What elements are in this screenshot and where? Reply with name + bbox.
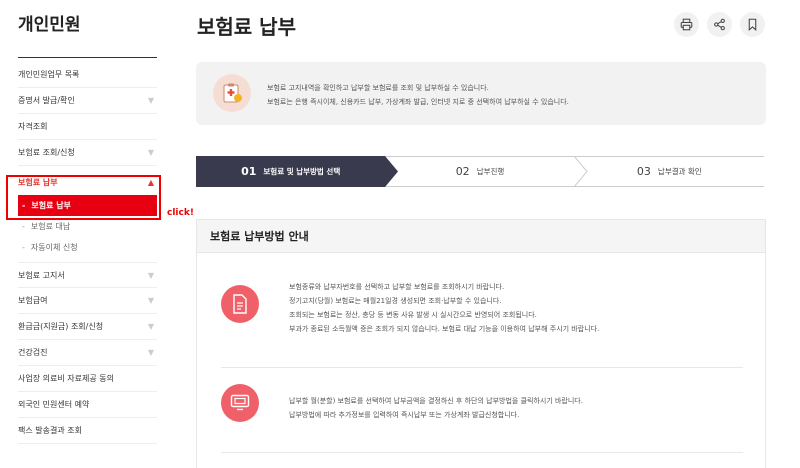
sidebar-item-fax-result[interactable]: 팩스 발송결과 조회 (18, 418, 157, 444)
sidebar-item-label: 보험료 고지서 (18, 270, 65, 280)
guide-line: 조회되는 보험료는 정산, 충당 등 변동 사유 발생 시 실시간으로 반영되어… (289, 311, 537, 319)
sidebar-item-label: 개인민원업무 목록 (18, 70, 80, 79)
notice-line: 보험료 고지내역을 확인하고 납부할 보험료를 조회 및 납부하실 수 있습니다… (267, 84, 489, 92)
chevron-down-icon: ▼ (147, 96, 154, 105)
sidebar-item-label: 증명서 발급/확인 (18, 96, 75, 105)
sidebar-item-label: 보험료 조회/신청 (18, 148, 75, 157)
sidebar-title: 개인민원 (18, 15, 81, 35)
dash-icon: - (22, 243, 25, 252)
step-2: 02 납부진행 (385, 156, 575, 187)
notice-text: 보험료 고지내역을 확인하고 납부할 보험료를 조회 및 납부하실 수 있습니다… (267, 81, 569, 109)
guide-text: 보험종류와 납부자번호를 선택하고 납부할 보험료를 조회하시기 바랍니다. 정… (289, 280, 599, 336)
sidebar-item-label: 외국인 민원센터 예약 (18, 400, 90, 409)
sidebar-item-medical-consent[interactable]: 사업장 의료비 자료제공 동의 (18, 366, 157, 392)
guide-divider (221, 452, 743, 453)
step-label: 보험료 및 납부방법 선택 (263, 167, 341, 176)
sidebar-item-premium-inquiry[interactable]: 보험료 조회/신청 ▼ (18, 140, 157, 166)
sidebar-item-refund[interactable]: 환급금(지원금) 조회/신청 ▼ (18, 314, 157, 340)
dash-icon: - (22, 222, 25, 231)
chevron-down-icon: ▼ (147, 296, 154, 305)
chevron-down-icon: ▼ (147, 148, 154, 157)
sidebar-item-label: 팩스 발송결과 조회 (18, 426, 82, 435)
step-label: 납부진행 (476, 167, 505, 176)
sidebar-item-label: 자격조회 (18, 122, 48, 131)
guide-text: 납부할 월(분할) 보험료를 선택하여 납부금액을 결정하신 후 하단의 납부방… (289, 394, 583, 422)
print-button[interactable] (674, 12, 699, 37)
submenu-item-auto-transfer[interactable]: - 자동이체 신청 (18, 237, 157, 258)
share-button[interactable] (707, 12, 732, 37)
sidebar-item-foreigner-reservation[interactable]: 외국인 민원센터 예약 (18, 392, 157, 418)
payment-guide-panel: 보험료 납부방법 안내 보험종류와 납부자번호를 선택하고 납부할 보험료를 조… (196, 219, 766, 468)
sidebar-item-certificate[interactable]: 증명서 발급/확인 ▼ (18, 88, 157, 114)
guide-title: 보험료 납부방법 안내 (197, 220, 765, 253)
step-1: 01 보험료 및 납부방법 선택 (196, 156, 386, 187)
step-label: 납부결과 확인 (657, 167, 702, 176)
guide-line: 정기고지(당월) 보험료는 매월21일경 생성되면 조회·납부할 수 있습니다. (289, 297, 502, 305)
guide-line: 보험종류와 납부자번호를 선택하고 납부할 보험료를 조회하시기 바랍니다. (289, 283, 505, 291)
step-number: 03 (636, 165, 651, 178)
sidebar-item-civil-list[interactable]: 개인민원업무 목록 (18, 62, 157, 88)
guide-line: 납부방법에 따라 추가정보를 입력하여 즉시납부 또는 가상계좌 발급신청합니다… (289, 411, 520, 419)
step-3: 03 납부결과 확인 (574, 156, 764, 187)
progress-steps: 01 보험료 및 납부방법 선택 02 납부진행 03 납부결과 확인 (196, 156, 764, 187)
sidebar: 개인민원 개인민원업무 목록 증명서 발급/확인 ▼ 자격조회 보험료 조회/신청… (0, 0, 175, 468)
share-icon (714, 18, 725, 31)
notice-box: 보험료 고지내역을 확인하고 납부할 보험료를 조회 및 납부하실 수 있습니다… (196, 62, 766, 125)
guide-line: 부과가 종료된 소득월액 증은 조회가 되지 않습니다. 보험료 대납 기능을 … (289, 325, 600, 333)
guide-divider (221, 367, 743, 368)
document-icon (221, 285, 259, 323)
clipboard-medical-icon (213, 74, 251, 112)
chevron-down-icon: ▼ (147, 270, 154, 280)
bookmark-icon (748, 18, 757, 31)
payment-terminal-icon (221, 384, 259, 422)
submenu-label: 보험료 대납 (30, 222, 71, 231)
sidebar-divider (18, 57, 157, 58)
sidebar-item-benefit[interactable]: 보험급여 ▼ (18, 288, 157, 314)
submenu-label: 자동이체 신청 (30, 243, 78, 252)
notice-line: 보험료는 은행 즉시이체, 신용카드 납부, 가상계좌 발급, 인터넷 지로 중… (267, 98, 569, 106)
page-title: 보험료 납부 (197, 15, 296, 39)
step-arrow-icon (574, 156, 588, 187)
sidebar-menu: 개인민원업무 목록 증명서 발급/확인 ▼ 자격조회 보험료 조회/신청 ▼ 보험료… (18, 62, 157, 444)
sidebar-item-label: 사업장 의료비 자료제공 동의 (18, 374, 114, 383)
step-number: 01 (241, 165, 257, 178)
bookmark-button[interactable] (740, 12, 765, 37)
click-annotation: click! (167, 208, 194, 218)
step-number: 02 (455, 165, 470, 178)
sidebar-item-qualification[interactable]: 자격조회 (18, 114, 157, 140)
sidebar-item-bill[interactable]: 보험료 고지서 ▼ (18, 262, 157, 288)
guide-line: 납부할 월(분할) 보험료를 선택하여 납부금액을 결정하신 후 하단의 납부방… (289, 397, 583, 405)
chevron-down-icon: ▼ (147, 348, 154, 357)
sidebar-item-checkup[interactable]: 건강검진 ▼ (18, 340, 157, 366)
sidebar-item-label: 건강검진 (18, 348, 48, 357)
sidebar-item-label: 보험급여 (18, 296, 48, 305)
sidebar-item-label: 환급금(지원금) 조회/신청 (18, 322, 104, 331)
print-icon (680, 18, 693, 31)
click-highlight-box (6, 175, 161, 220)
step-arrow-icon (385, 156, 398, 187)
chevron-down-icon: ▼ (147, 322, 154, 331)
